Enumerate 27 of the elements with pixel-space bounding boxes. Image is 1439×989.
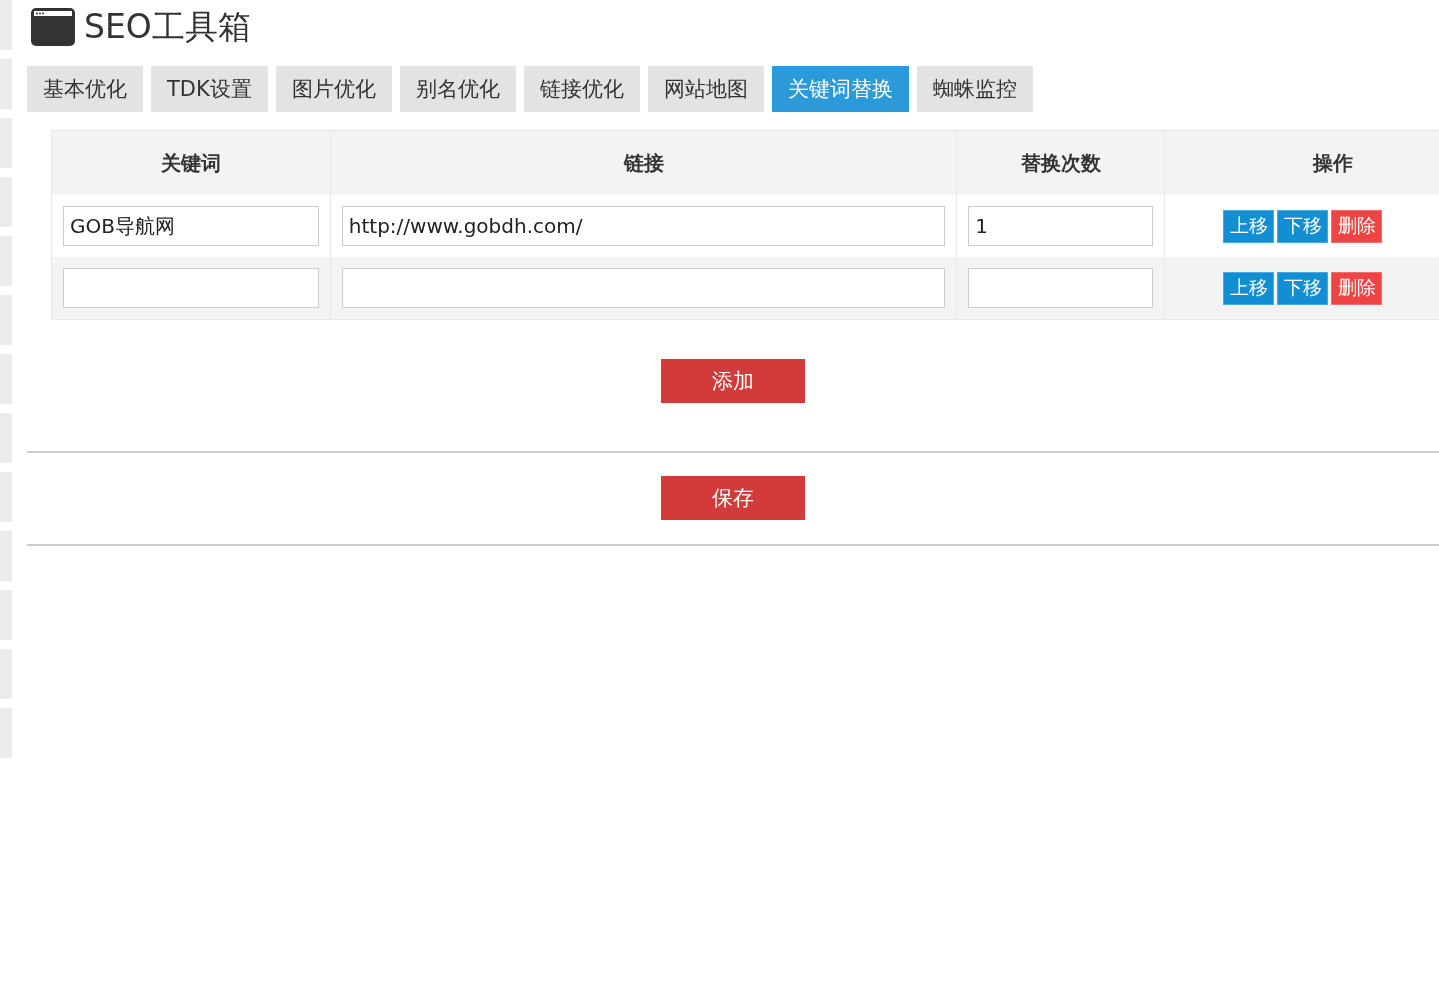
keyword-input[interactable]: GOB导航网 [63,206,319,246]
move-up-button[interactable]: 上移 [1223,209,1275,243]
tab[interactable]: 链接优化 [523,66,640,112]
link-input[interactable]: http://www.gobdh.com/ [341,206,946,246]
delete-button[interactable]: 删除 [1331,209,1383,243]
tab[interactable]: 基本优化 [27,66,143,112]
column-header: 操作 [1164,130,1439,195]
count-input[interactable] [968,268,1154,308]
tab[interactable]: 图片优化 [275,66,392,112]
delete-button[interactable]: 删除 [1331,271,1383,305]
move-down-button[interactable]: 下移 [1277,271,1329,305]
column-header: 链接 [330,130,957,195]
keyword-input[interactable] [63,268,319,308]
save-button[interactable]: 保存 [661,476,805,520]
column-header: 替换次数 [956,130,1165,195]
browser-window-icon [30,7,76,47]
move-up-button[interactable]: 上移 [1223,271,1275,305]
link-input[interactable] [341,268,946,308]
tab[interactable]: TDK设置 [151,66,268,112]
tab[interactable]: 别名优化 [399,66,516,112]
tab[interactable]: 蜘蛛监控 [916,66,1033,112]
column-header: 关键词 [51,130,331,195]
page-title: SEO工具箱 [84,5,251,48]
tab[interactable]: 网站地图 [647,66,764,112]
add-button[interactable]: 添加 [661,359,805,403]
move-down-button[interactable]: 下移 [1277,209,1329,243]
count-input[interactable]: 1 [968,206,1154,246]
